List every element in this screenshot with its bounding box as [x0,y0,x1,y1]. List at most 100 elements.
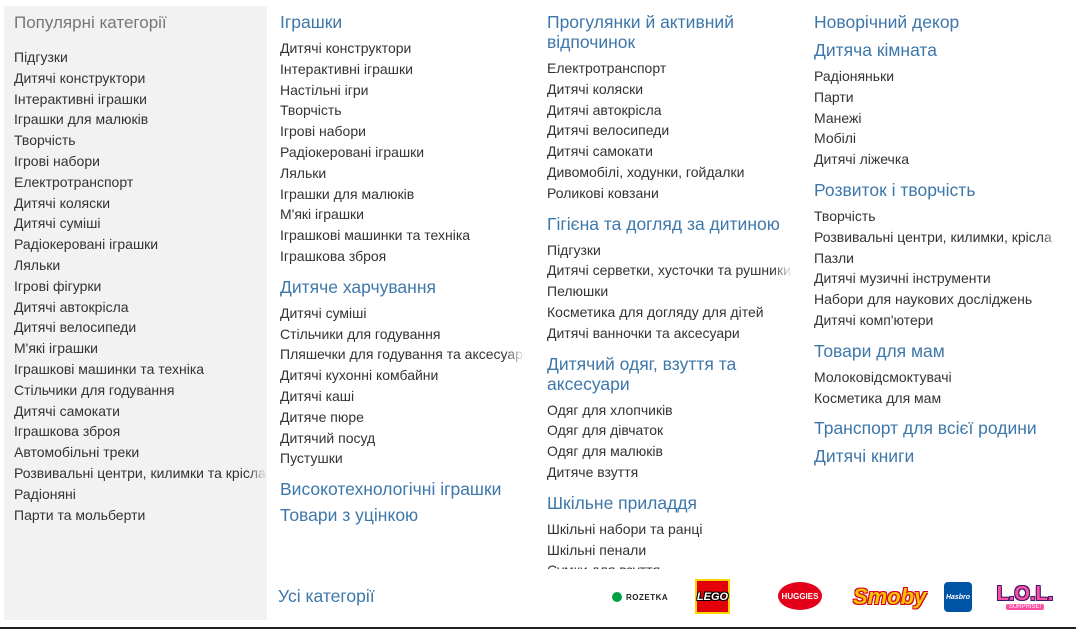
category-link[interactable]: Дитячі конструктори [280,38,525,59]
all-categories-link[interactable]: Усі категорії [278,586,375,607]
category-link[interactable]: Іграшкова зброя [280,246,525,267]
category-link[interactable]: Ігрові набори [280,121,525,142]
category-link[interactable]: Косметика для догляду для дітей [547,302,793,323]
category-link[interactable]: Набори для наукових досліджень [814,289,1062,310]
category-heading-kids-books[interactable]: Дитячі книги [814,446,1062,466]
sidebar-item[interactable]: Розвивальні центри, килимки та крісла [14,463,267,484]
sidebar-item[interactable]: Інтерактивні іграшки [14,89,267,110]
category-link[interactable]: Косметика для мам [814,388,1062,409]
category-link[interactable]: Одяг для хлопчиків [547,400,793,421]
category-link[interactable]: Пазли [814,248,1062,269]
brand-huggies-logo[interactable]: HUGGIES [778,582,822,610]
brand-lol-logo[interactable]: L.O.L. SURPRISE! [995,579,1055,614]
category-link[interactable]: Молоковідсмоктувачі [814,367,1062,388]
sidebar-item[interactable]: Радіоняні [14,484,267,505]
sidebar-item[interactable]: Електротранспорт [14,172,267,193]
category-link[interactable]: Інтерактивні іграшки [280,59,525,80]
category-heading-hygiene[interactable]: Гігієна та догляд за дитиною [547,214,793,234]
sidebar-item[interactable]: Дитячі коляски [14,193,267,214]
sidebar-item[interactable]: Дитячі конструктори [14,68,267,89]
category-link[interactable]: Сумки для взуття [547,560,793,568]
category-link[interactable]: Творчість [814,206,1062,227]
category-link[interactable]: Електротранспорт [547,58,793,79]
brand-hasbro-logo[interactable]: Hasbro [944,582,972,612]
sidebar-item[interactable]: Дитячі автокрісла [14,297,267,318]
category-link[interactable]: Пелюшки [547,281,793,302]
sidebar-item[interactable]: Стільчики для годування [14,380,267,401]
category-link[interactable]: Іграшкові машинки та техніка [280,225,525,246]
category-heading-kids-room[interactable]: Дитяча кімната [814,40,1062,60]
category-link[interactable]: Дитячі каші [280,386,525,407]
sidebar-item[interactable]: Парти та мольберти [14,505,267,526]
category-link[interactable]: Дитячі самокати [547,141,793,162]
category-heading-family-transport[interactable]: Транспорт для всієї родини [814,418,1062,438]
sidebar-item[interactable]: Ляльки [14,255,267,276]
category-link[interactable]: Ляльки [280,163,525,184]
category-link[interactable]: М'які іграшки [280,204,525,225]
category-link[interactable]: Дивомобілі, ходунки, гойдалки [547,162,793,183]
sidebar-item[interactable]: Ігрові набори [14,151,267,172]
category-link[interactable]: Мобілі [814,128,1062,149]
brand-rozetka-logo[interactable]: ROZETKA [612,590,668,604]
category-link[interactable]: Підгузки [547,240,793,261]
category-link[interactable]: Дитяче пюре [280,407,525,428]
category-link[interactable]: Радіокеровані іграшки [280,142,525,163]
category-link[interactable]: Іграшки для малюків [280,184,525,205]
category-link[interactable]: Дитячі ванночки та аксесуари [547,323,793,344]
category-column-1: Іграшки Дитячі конструктори Інтерактивні… [280,12,525,531]
category-link[interactable]: Дитячі велосипеди [547,120,793,141]
sidebar-item[interactable]: Автомобільні треки [14,442,267,463]
category-link[interactable]: Дитячі комп'ютери [814,310,1062,331]
category-link[interactable]: Радіоняньки [814,66,1062,87]
category-link[interactable]: Розвивальні центри, килимки, крісла [814,226,1062,248]
sidebar-item[interactable]: Ігрові фігурки [14,276,267,297]
sidebar-item[interactable]: Іграшкові машинки та техніка [14,359,267,380]
category-link[interactable]: Стільчики для годування [280,324,525,345]
category-link[interactable]: Одяг для малюків [547,441,793,462]
category-link[interactable]: Дитячі музичні інструменти [814,268,1062,289]
category-heading-hightech-toys[interactable]: Високотехнологічні іграшки [280,479,525,499]
category-link[interactable]: Парти [814,87,1062,108]
category-link[interactable]: Манежі [814,108,1062,129]
category-link[interactable]: Одяг для дівчаток [547,420,793,441]
category-heading-clothing[interactable]: Дитячий одяг, взуття та аксесуари [547,354,793,394]
category-link[interactable]: Творчість [280,100,525,121]
brand-rozetka-label: ROZETKA [626,592,669,602]
category-link[interactable]: Дитячі суміші [280,303,525,324]
category-heading-baby-food[interactable]: Дитяче харчування [280,277,525,297]
category-heading-development[interactable]: Розвиток і творчість [814,180,1062,200]
category-link[interactable]: Дитячі кухонні комбайни [280,365,525,386]
category-heading-newyear-decor[interactable]: Новорічний декор [814,12,1062,32]
sidebar-item[interactable]: Іграшкова зброя [14,421,267,442]
category-link[interactable]: Дитячі ліжечка [814,149,1062,170]
sidebar-item[interactable]: Іграшки для малюків [14,109,267,130]
category-link[interactable]: Дитячі коляски [547,79,793,100]
category-link[interactable]: Дитячий посуд [280,428,525,449]
category-link[interactable]: Шкільні набори та ранці [547,519,793,540]
category-heading-school[interactable]: Шкільне приладдя [547,493,793,513]
category-heading-moms[interactable]: Товари для мам [814,341,1062,361]
category-link[interactable]: Дитячі автокрісла [547,100,793,121]
sidebar-item[interactable]: Радіокеровані іграшки [14,234,267,255]
category-heading-toys[interactable]: Іграшки [280,12,525,32]
category-link[interactable]: Настільні ігри [280,80,525,101]
brand-smoby-label: Smoby [853,584,927,609]
brand-smoby-logo[interactable]: Smoby [853,583,926,611]
category-link[interactable]: Дитяче взуття [547,462,793,483]
rozetka-dot-icon [612,592,622,602]
sidebar-item[interactable]: М'які іграшки [14,338,267,359]
brand-lego-logo[interactable]: LEGO [695,579,730,614]
sidebar-item[interactable]: Дитячі велосипеди [14,317,267,338]
category-link[interactable]: Дитячі серветки, хусточки та рушники [547,260,793,281]
sidebar-item[interactable]: Творчість [14,130,267,151]
sidebar-item[interactable]: Дитячі суміші [14,213,267,234]
category-link[interactable]: Шкільні пенали [547,540,793,561]
category-heading-walks[interactable]: Прогулянки й активний відпочинок [547,12,793,52]
brand-lol-label: L.O.L. [996,582,1054,605]
category-link[interactable]: Пляшечки для годування та аксесуари [280,344,525,365]
sidebar-item[interactable]: Підгузки [14,47,267,68]
category-heading-discounted[interactable]: Товари з уцінкою [280,505,525,525]
category-link[interactable]: Пустушки [280,448,525,469]
category-link[interactable]: Роликові ковзани [547,183,793,204]
sidebar-item[interactable]: Дитячі самокати [14,401,267,422]
